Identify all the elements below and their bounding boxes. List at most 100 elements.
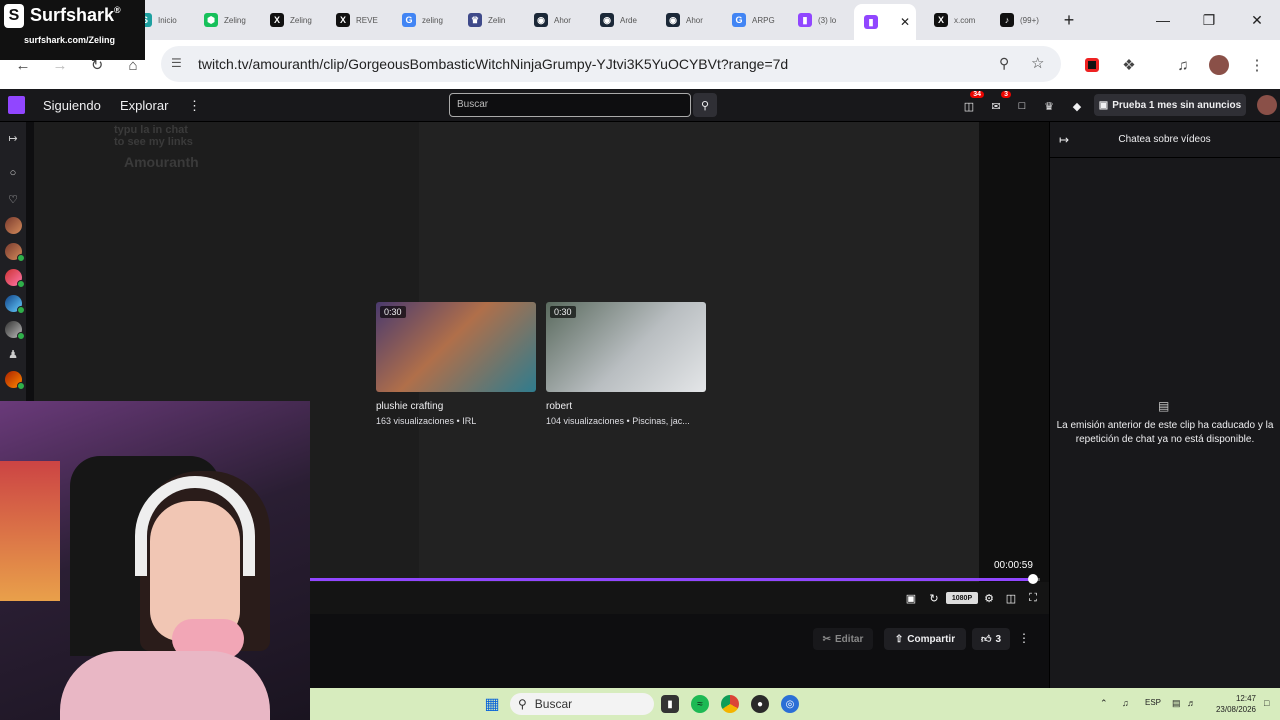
browser-tab[interactable]: X Zeling (260, 6, 326, 34)
edge-icon[interactable]: ◎ (781, 695, 799, 713)
theatre-mode-icon[interactable]: ◫ (1004, 590, 1018, 606)
clip-thumbnail[interactable]: 0:30 (376, 302, 536, 392)
clip-duration: 0:30 (380, 306, 406, 318)
browser-menu-icon[interactable]: ⋮ (1246, 54, 1268, 76)
browser-tab-label: Zeling (224, 15, 246, 25)
browser-tab[interactable]: G ARPG (722, 6, 788, 34)
clip-meta: 104 visualizaciones • Piscinas, jac... (546, 416, 690, 426)
browser-tab[interactable]: ♛ Zelin (458, 6, 524, 34)
more-actions-icon[interactable]: ⋮ (1018, 631, 1030, 645)
heart-icon[interactable]: ♡ (3, 189, 23, 209)
clock-time: 12:47 (1235, 694, 1256, 703)
miniplayer-icon[interactable]: ▣ (904, 590, 918, 606)
prime-trial-button[interactable]: ▣ Prueba 1 mes sin anuncios (1094, 94, 1246, 116)
like-count: 3 (995, 633, 1001, 645)
inbox-badge: 34 (970, 91, 984, 98)
channel-avatar[interactable] (5, 217, 22, 234)
browser-tab[interactable]: ▮ (3) lo (788, 6, 854, 34)
user-avatar[interactable] (1257, 95, 1277, 115)
browser-tab-label: ARPG (752, 15, 775, 25)
fullscreen-icon[interactable]: ⛶ (1026, 590, 1040, 606)
chat-header-title: Chatea sobre vídeos (1118, 134, 1211, 145)
browser-tab[interactable]: ◉ Arde (590, 6, 656, 34)
share-button[interactable]: ⇧ Compartir (884, 628, 966, 650)
bookmark-star-icon[interactable]: ☆ (1031, 54, 1044, 72)
browser-tab[interactable]: ⬢ Zeling (194, 6, 260, 34)
inbox-icon[interactable]: ◫ 34 (960, 91, 984, 115)
clock[interactable]: 12:47 23/08/2026 (1206, 693, 1256, 715)
settings-gear-icon[interactable]: ⚙ (982, 590, 996, 606)
prime-crown-icon[interactable]: ♛ (1040, 97, 1058, 115)
more-options-icon[interactable]: ⋮ (188, 98, 201, 114)
spotify-icon[interactable]: ≈ (691, 695, 709, 713)
window-close-icon[interactable]: ✕ (1234, 6, 1280, 34)
overlay-text-line: typu la in chat (114, 124, 188, 136)
suggested-clip-card[interactable]: 0:30 robert 104 visualizaciones • Piscin… (546, 302, 706, 426)
browser-tab-label: Arde (620, 15, 637, 25)
clip-thumbnail[interactable]: 0:30 (546, 302, 706, 392)
hexagon-icon: ⬢ (204, 13, 218, 27)
url-text[interactable]: twitch.tv/amouranth/clip/GorgeousBombast… (198, 56, 788, 72)
profile-avatar[interactable] (1208, 54, 1230, 76)
edit-button[interactable]: ✂ Editar (813, 628, 873, 650)
channel-avatar[interactable] (5, 269, 25, 288)
task-view-icon[interactable]: ▮ (661, 695, 679, 713)
for-you-icon[interactable]: ○ (3, 163, 23, 183)
browser-tab[interactable]: ◉ Ahor (656, 6, 722, 34)
chat-bubble-icon[interactable]: □ (1013, 97, 1031, 115)
microphone-icon[interactable]: ♫ (1122, 698, 1129, 708)
search-input[interactable]: Buscar (449, 93, 691, 117)
webcam-overlay (0, 401, 310, 720)
windows-start-icon[interactable]: ▦ (483, 695, 501, 713)
channel-avatar[interactable] (5, 371, 25, 390)
expand-rail-icon[interactable]: ↦ (3, 128, 23, 148)
browser-tab[interactable]: ◉ Ahor (524, 6, 590, 34)
search-icon[interactable]: ⚲ (693, 93, 717, 117)
browser-tab[interactable]: X REVE (326, 6, 392, 34)
site-info-icon[interactable]: ☰ (171, 56, 182, 70)
bits-gem-icon[interactable]: ◆ (1068, 97, 1086, 115)
clip-title[interactable]: robert (546, 401, 706, 412)
browser-tab[interactable]: Gzeling (392, 6, 458, 34)
clip-title[interactable]: plushie crafting (376, 401, 536, 412)
steam-icon: ◉ (600, 13, 614, 27)
whispers-icon[interactable]: ✉ 3 (987, 91, 1011, 115)
browser-tab-label: Ahor (554, 15, 571, 25)
browser-tab-active[interactable]: ▮ ✕ (854, 4, 916, 40)
loop-icon[interactable]: ↻ (927, 590, 941, 606)
nav-following[interactable]: Siguiendo (43, 98, 101, 113)
twitch-logo-icon[interactable] (8, 96, 25, 114)
quality-badge[interactable]: 1080P (946, 592, 978, 604)
notifications-icon[interactable]: □ (1264, 698, 1269, 708)
minimize-icon[interactable]: — (1140, 6, 1186, 34)
like-button[interactable]: 👍︎ 3 (972, 628, 1010, 650)
new-tab-button[interactable]: + (1046, 6, 1092, 34)
nav-browse[interactable]: Explorar (120, 98, 168, 113)
extensions-puzzle-icon[interactable]: ❖ (1118, 54, 1140, 76)
taskbar-search[interactable]: ⚲ Buscar (510, 693, 654, 715)
channel-avatar[interactable] (5, 243, 25, 262)
close-tab-icon[interactable]: ✕ (900, 15, 910, 29)
progress-bar[interactable] (309, 578, 1033, 581)
media-control-icon[interactable]: ♫ (1172, 54, 1194, 76)
channel-avatar[interactable] (5, 295, 25, 314)
extension-red-icon[interactable] (1081, 54, 1103, 76)
language-indicator[interactable]: ESP (1145, 698, 1161, 707)
zoom-icon[interactable]: ⚲ (999, 55, 1009, 72)
channel-avatar[interactable] (5, 321, 25, 340)
tray-expand-icon[interactable]: ⌃ (1100, 698, 1108, 709)
x-logo-icon: X (934, 13, 948, 27)
browser-tab[interactable]: Xx.com (924, 6, 990, 34)
suggested-clip-card[interactable]: 0:30 plushie crafting 163 visualizacione… (376, 302, 536, 426)
browser-tab-label: zeling (422, 15, 443, 25)
volume-icon[interactable]: ♬ (1187, 698, 1196, 708)
x-logo-icon: X (336, 13, 350, 27)
chrome-icon[interactable] (721, 695, 739, 713)
address-bar[interactable]: ☰ twitch.tv/amouranth/clip/GorgeousBomba… (161, 46, 1061, 82)
app-icon[interactable]: ● (751, 695, 769, 713)
network-icon[interactable]: ▤ (1172, 698, 1181, 709)
steam-icon: ◉ (534, 13, 548, 27)
add-friend-icon[interactable]: ♟ (3, 344, 23, 364)
restore-icon[interactable]: ❐ (1186, 6, 1232, 34)
seek-handle[interactable] (1027, 574, 1038, 584)
